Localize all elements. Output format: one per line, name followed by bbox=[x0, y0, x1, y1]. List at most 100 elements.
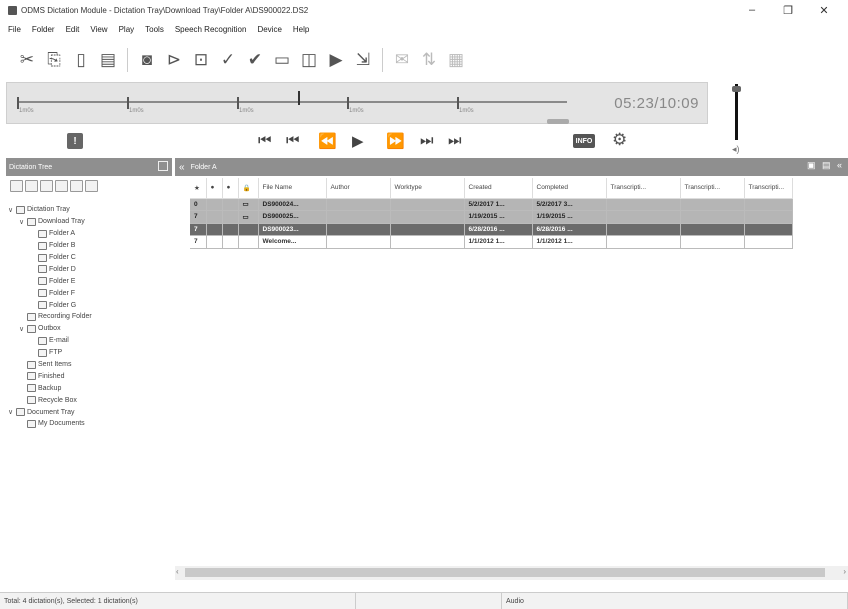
column-header-worktype[interactable]: Worktype bbox=[390, 178, 465, 199]
play-stop-icon[interactable]: ▶ bbox=[325, 48, 347, 72]
tree-node-label: My Documents bbox=[38, 420, 85, 428]
seek-tick-label: 1m0s bbox=[129, 108, 144, 114]
fast-forward-button[interactable]: ⏩ bbox=[386, 132, 405, 150]
tree-node[interactable]: Finished bbox=[6, 370, 172, 382]
table-row[interactable]: 7 ▭ DS900025... 1/19/2015 ... 1/19/2015 ... bbox=[190, 210, 793, 224]
pin-icon[interactable] bbox=[158, 161, 168, 171]
restore-button[interactable]: ❐ bbox=[770, 0, 806, 20]
tree-tool-icon[interactable] bbox=[55, 180, 68, 192]
table-row[interactable]: 7 Welcome... 1/1/2012 1... 1/1/2012 1... bbox=[190, 235, 793, 249]
tree-node[interactable]: ∨ Outbox bbox=[6, 323, 172, 335]
tree-tool-icon[interactable] bbox=[10, 180, 23, 192]
goto-start-button[interactable]: ⏮ bbox=[258, 132, 272, 149]
menu-folder[interactable]: Folder bbox=[32, 25, 55, 34]
tree-node[interactable]: Sent Items bbox=[6, 359, 172, 371]
menu-edit[interactable]: Edit bbox=[66, 25, 80, 34]
menu-help[interactable]: Help bbox=[293, 25, 309, 34]
goto-end-button[interactable]: ⏭ bbox=[448, 132, 462, 149]
rewind-button[interactable]: ⏪ bbox=[318, 132, 337, 150]
send-icon[interactable]: ⊳ bbox=[163, 48, 185, 72]
tree-node[interactable]: Folder E bbox=[6, 275, 172, 287]
volume-knob[interactable] bbox=[732, 85, 741, 92]
settings-icon[interactable]: ⚙ bbox=[612, 130, 627, 150]
column-header-created[interactable]: Created bbox=[464, 178, 533, 199]
tree-node[interactable]: ∨ Document Tray bbox=[6, 406, 172, 418]
play-button[interactable]: ▶ bbox=[352, 132, 364, 150]
goto-end-2-button[interactable]: ⏭ bbox=[420, 132, 434, 149]
settings-doc-icon[interactable]: ▦ bbox=[445, 48, 467, 72]
tree-tool-icon[interactable] bbox=[70, 180, 83, 192]
column-header-file-name[interactable]: File Name bbox=[258, 178, 327, 199]
tree-node[interactable]: Folder F bbox=[6, 287, 172, 299]
email-icon[interactable]: ✉ bbox=[391, 48, 413, 72]
horizontal-scrollbar[interactable]: ‹ › bbox=[175, 566, 848, 580]
volume-slider[interactable]: ◂) bbox=[718, 80, 748, 160]
menu-play[interactable]: Play bbox=[119, 25, 135, 34]
tree-node[interactable]: FTP bbox=[6, 347, 172, 359]
scroll-left-icon[interactable]: ‹ bbox=[176, 567, 179, 576]
scroll-right-icon[interactable]: › bbox=[843, 567, 846, 576]
minimize-button[interactable]: – bbox=[734, 0, 770, 20]
close-button[interactable]: ✕ bbox=[806, 0, 842, 20]
import-icon[interactable]: ⊡ bbox=[190, 48, 212, 72]
column-header-transcription-3[interactable]: Transcripti... bbox=[744, 178, 793, 199]
alert-icon[interactable]: ! bbox=[67, 133, 83, 149]
finish-check-icon[interactable]: ✔ bbox=[244, 48, 266, 72]
tree-node[interactable]: My Documents bbox=[6, 418, 172, 430]
tree-node[interactable]: Backup bbox=[6, 382, 172, 394]
tree-node[interactable]: Folder D bbox=[6, 263, 172, 275]
tree-splitter[interactable] bbox=[6, 584, 172, 589]
cell-completed: 6/28/2016 ... bbox=[532, 223, 607, 236]
transfer-icon[interactable]: ⇲ bbox=[352, 48, 374, 72]
tree-tool-icon[interactable] bbox=[40, 180, 53, 192]
record-icon[interactable]: ◙ bbox=[136, 48, 158, 72]
tree-tool-icon[interactable] bbox=[85, 180, 98, 192]
column-header-status[interactable]: ● bbox=[206, 178, 223, 199]
seek-position-marker[interactable] bbox=[297, 91, 300, 105]
tree-node[interactable]: ∨ Dictation Tray bbox=[6, 204, 172, 216]
tree-node[interactable]: Recording Folder bbox=[6, 311, 172, 323]
tree-node[interactable]: Folder B bbox=[6, 240, 172, 252]
paste-icon[interactable]: ▯ bbox=[70, 48, 92, 72]
table-row[interactable]: 0 ▭ DS900024... 5/2/2017 1... 5/2/2017 3... bbox=[190, 198, 793, 211]
tree-expander-icon[interactable]: ∨ bbox=[19, 218, 27, 226]
info-button[interactable]: INFO bbox=[573, 134, 595, 148]
compose-icon[interactable]: ▭ bbox=[271, 48, 293, 72]
menu-device[interactable]: Device bbox=[257, 25, 281, 34]
check-icon[interactable]: ✓ bbox=[217, 48, 239, 72]
tree-node[interactable]: Folder G bbox=[6, 299, 172, 311]
column-header-priority[interactable]: ★ bbox=[190, 178, 207, 199]
tree-node[interactable]: Folder C bbox=[6, 252, 172, 264]
new-file-icon[interactable]: ▤ bbox=[97, 48, 119, 72]
voice-recognize-icon[interactable]: ◫ bbox=[298, 48, 320, 72]
column-header-transcription-1[interactable]: Transcripti... bbox=[606, 178, 681, 199]
column-header-lock[interactable]: 🔒 bbox=[238, 178, 259, 199]
tree-expander-icon[interactable]: ∨ bbox=[19, 325, 27, 333]
tree-node[interactable]: E-mail bbox=[6, 335, 172, 347]
tree-node[interactable]: Recycle Box bbox=[6, 394, 172, 406]
menu-view[interactable]: View bbox=[90, 25, 107, 34]
tree-tool-icon[interactable] bbox=[25, 180, 38, 192]
ftp-icon[interactable]: ⇅ bbox=[418, 48, 440, 72]
menu-file[interactable]: File bbox=[8, 25, 21, 34]
cell-status bbox=[206, 198, 223, 211]
copy-icon[interactable]: ⎘ bbox=[43, 48, 65, 72]
column-header-author[interactable]: Author bbox=[326, 178, 391, 199]
tree-expander-icon[interactable]: ∨ bbox=[8, 206, 16, 214]
tree-node[interactable]: Folder A bbox=[6, 228, 172, 240]
column-header-transcription-2[interactable]: Transcripti... bbox=[680, 178, 745, 199]
seek-bar[interactable]: 1m0s 1m0s 1m0s 1m0s 1m0s bbox=[17, 91, 569, 124]
goto-start-2-button[interactable]: ⏮ bbox=[286, 132, 300, 149]
menu-tools[interactable]: Tools bbox=[145, 25, 164, 34]
tree-node[interactable]: ∨ Download Tray bbox=[6, 216, 172, 228]
cell-worktype bbox=[390, 235, 465, 249]
tree-expander-icon[interactable]: ∨ bbox=[8, 408, 16, 416]
collapse-icon[interactable]: « bbox=[179, 162, 185, 173]
table-row[interactable]: 7 DS900023... 6/28/2016 ... 6/28/2016 ... bbox=[190, 223, 793, 236]
column-header-completed[interactable]: Completed bbox=[532, 178, 607, 199]
column-header-comment[interactable]: ● bbox=[222, 178, 239, 199]
header-tool-icons[interactable]: ▣ ▤ « bbox=[807, 160, 844, 171]
menu-speech-recognition[interactable]: Speech Recognition bbox=[175, 25, 247, 34]
cut-icon[interactable]: ✂ bbox=[16, 48, 38, 72]
scrollbar-thumb[interactable] bbox=[185, 568, 825, 577]
